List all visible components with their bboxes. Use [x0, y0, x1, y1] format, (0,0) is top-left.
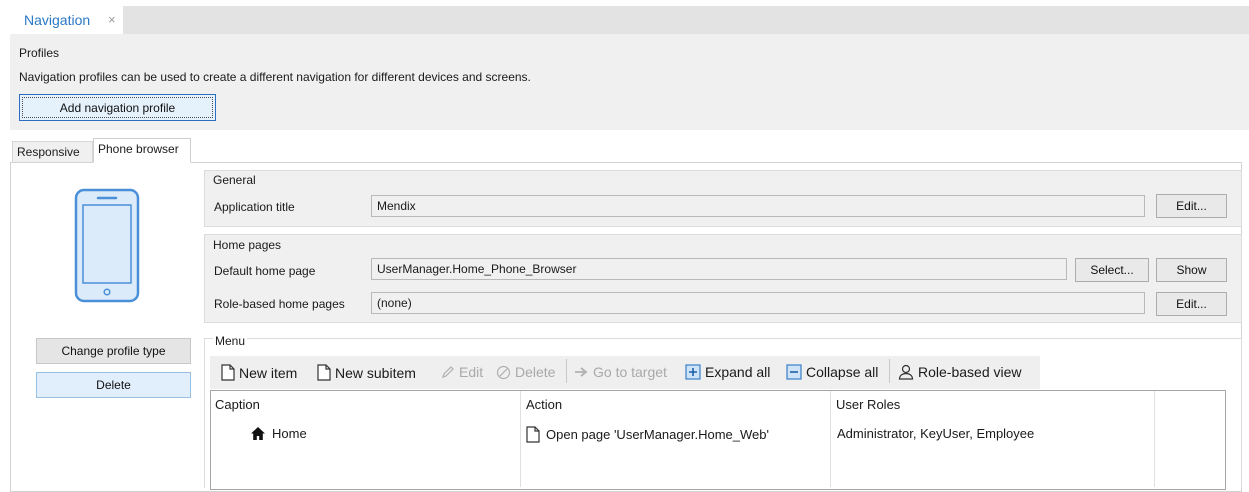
edit-menu-item-button[interactable]: Edit	[441, 364, 483, 380]
show-home-page-button[interactable]: Show	[1156, 258, 1227, 282]
edit-role-based-home-pages-label: Edit...	[1176, 297, 1207, 311]
table-row-action[interactable]: Open page 'UserManager.Home_Web'	[526, 426, 769, 443]
menu-item-caption: Home	[272, 426, 307, 441]
menu-item-roles: Administrator, KeyUser, Employee	[837, 426, 1035, 441]
change-profile-type-label: Change profile type	[61, 344, 166, 358]
tab-phone-browser-label: Phone browser	[98, 142, 179, 156]
profiles-heading: Profiles	[19, 46, 60, 60]
delete-menu-item-label: Delete	[515, 364, 556, 380]
table-row-caption[interactable]: Home	[250, 426, 307, 441]
show-home-page-label: Show	[1176, 263, 1207, 277]
user-icon	[898, 364, 914, 380]
menu-item-action: Open page 'UserManager.Home_Web'	[546, 427, 769, 442]
delete-profile-label: Delete	[96, 378, 131, 392]
profiles-description: Navigation profiles can be used to creat…	[19, 70, 531, 84]
tab-navigation-label[interactable]: Navigation	[24, 12, 90, 28]
collapse-all-button[interactable]: Collapse all	[786, 364, 878, 380]
table-row-roles[interactable]: Administrator, KeyUser, Employee	[837, 426, 1034, 441]
expand-all-button[interactable]: Expand all	[685, 364, 770, 380]
tab-responsive[interactable]: Responsive	[12, 141, 93, 162]
column-divider	[520, 391, 521, 487]
column-header-user-roles[interactable]: User Roles	[836, 397, 900, 412]
new-item-label: New item	[239, 364, 298, 381]
default-home-page-label: Default home page	[214, 264, 316, 278]
go-to-target-label: Go to target	[593, 364, 667, 380]
column-divider	[830, 391, 831, 487]
application-title-field[interactable]: Mendix	[371, 195, 1145, 217]
default-home-page-field[interactable]: UserManager.Home_Phone_Browser	[371, 258, 1067, 280]
general-heading: General	[213, 173, 256, 187]
edit-menu-item-label: Edit	[459, 364, 484, 380]
role-based-view-button[interactable]: Role-based view	[898, 364, 1022, 380]
change-profile-type-button[interactable]: Change profile type	[36, 338, 191, 364]
column-header-caption[interactable]: Caption	[215, 397, 260, 412]
role-based-view-label: Role-based view	[918, 364, 1022, 380]
new-subitem-icon	[317, 364, 331, 381]
add-navigation-profile-label: Add navigation profile	[59, 100, 176, 115]
new-subitem-label: New subitem	[335, 364, 416, 381]
new-item-icon	[221, 364, 235, 381]
role-based-home-pages-field[interactable]: (none)	[371, 292, 1145, 314]
arrow-right-icon	[575, 367, 588, 377]
page-icon	[526, 426, 540, 443]
edit-application-title-button[interactable]: Edit...	[1156, 194, 1227, 218]
edit-role-based-home-pages-button[interactable]: Edit...	[1156, 292, 1227, 316]
add-navigation-profile-button[interactable]: Add navigation profile	[19, 94, 216, 121]
expand-all-label: Expand all	[705, 364, 771, 380]
delete-menu-item-button[interactable]: Delete	[496, 364, 555, 380]
menu-heading: Menu	[213, 334, 248, 348]
home-pages-heading: Home pages	[213, 238, 282, 252]
column-header-action[interactable]: Action	[526, 397, 562, 412]
collapse-all-label: Collapse all	[806, 364, 879, 380]
collapse-icon	[786, 364, 802, 380]
expand-icon	[685, 364, 701, 380]
tab-phone-browser[interactable]: Phone browser	[93, 138, 191, 163]
column-divider	[1154, 391, 1155, 487]
edit-application-title-label: Edit...	[1176, 199, 1207, 213]
toolbar-separator	[566, 359, 567, 383]
select-home-page-label: Select...	[1090, 263, 1134, 277]
toolbar-separator	[889, 359, 890, 383]
close-icon[interactable]: ×	[108, 12, 116, 27]
application-title-label: Application title	[214, 200, 295, 214]
new-item-button[interactable]: New item	[221, 364, 297, 381]
select-home-page-button[interactable]: Select...	[1075, 258, 1149, 282]
role-based-home-pages-label: Role-based home pages	[214, 297, 345, 311]
home-icon	[251, 427, 265, 440]
prohibited-icon	[496, 365, 511, 379]
phone-icon	[74, 188, 140, 303]
new-subitem-button[interactable]: New subitem	[317, 364, 416, 381]
document-tab-strip	[10, 6, 1249, 34]
pencil-icon	[442, 366, 454, 378]
delete-profile-button[interactable]: Delete	[36, 372, 191, 398]
tab-responsive-label: Responsive	[17, 145, 80, 159]
go-to-target-button[interactable]: Go to target	[574, 364, 667, 380]
